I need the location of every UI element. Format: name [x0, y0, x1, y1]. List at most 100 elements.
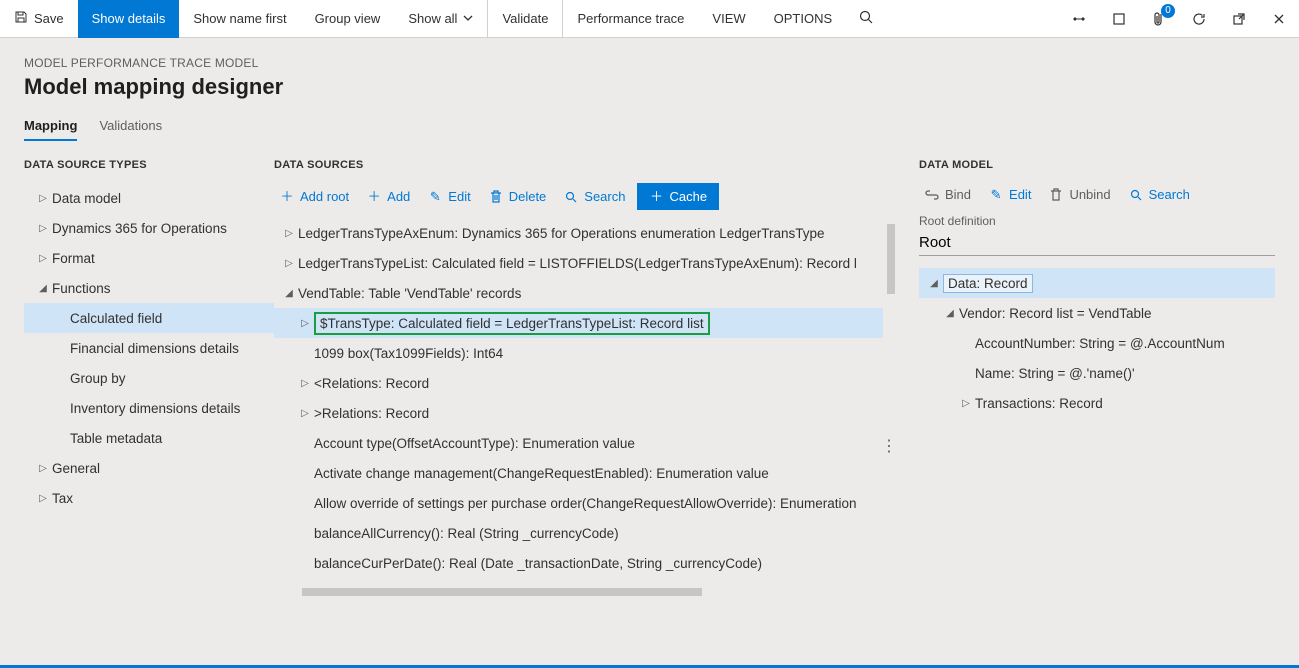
dst-item[interactable]: ▷Tax [24, 483, 274, 513]
ds-row-transtype[interactable]: ▷$TransType: Calculated field = LedgerTr… [274, 308, 883, 338]
collapsed-icon[interactable]: ▷ [296, 318, 314, 329]
search-button[interactable]: Search [1123, 183, 1196, 206]
data-model-heading: DATA MODEL [919, 159, 1275, 171]
breadcrumb: MODEL PERFORMANCE TRACE MODEL [24, 56, 1275, 70]
ds-row[interactable]: ◢VendTable: Table 'VendTable' records [274, 278, 883, 308]
cache-button[interactable]: ＋Cache [637, 183, 719, 210]
ds-row[interactable]: ▷<Relations: Record [274, 368, 883, 398]
data-model-toolbar: Bind ✎Edit Unbind Search [919, 183, 1275, 206]
dst-item[interactable]: ◢Functions [24, 273, 274, 303]
link-icon [925, 188, 939, 202]
show-details-button[interactable]: Show details [78, 0, 180, 38]
bind-button[interactable]: Bind [919, 183, 977, 206]
collapsed-icon[interactable]: ▷ [280, 228, 298, 239]
collapsed-icon[interactable]: ▷ [296, 408, 314, 419]
dst-child-calculated-field[interactable]: Calculated field [24, 303, 274, 333]
expanded-icon[interactable]: ◢ [280, 288, 298, 299]
collapsed-icon[interactable]: ▷ [280, 258, 298, 269]
search-icon [859, 10, 873, 27]
popout-icon[interactable] [1219, 0, 1259, 38]
expanded-icon[interactable]: ◢ [925, 278, 943, 289]
dst-item[interactable]: ▷Data model [24, 183, 274, 213]
pencil-icon: ✎ [989, 188, 1003, 202]
search-button[interactable] [846, 0, 886, 38]
refresh-icon[interactable] [1179, 0, 1219, 38]
perf-trace-button[interactable]: Performance trace [562, 0, 698, 38]
edit-button[interactable]: ✎Edit [983, 183, 1037, 206]
expanded-icon[interactable]: ◢ [34, 283, 52, 294]
save-button[interactable]: Save [0, 0, 78, 38]
collapsed-icon[interactable]: ▷ [34, 493, 52, 504]
highlighted-row: $TransType: Calculated field = LedgerTra… [314, 312, 710, 335]
data-source-types-heading: DATA SOURCE TYPES [24, 159, 274, 171]
search-button[interactable]: Search [558, 185, 631, 208]
dst-item[interactable]: ▷Dynamics 365 for Operations [24, 213, 274, 243]
collapsed-icon[interactable]: ▷ [34, 253, 52, 264]
show-all-label: Show all [408, 11, 457, 26]
data-sources-toolbar: ＋Add root ＋Add ✎Edit Delete Search ＋Cach… [274, 183, 895, 210]
dst-child[interactable]: Table metadata [24, 423, 274, 453]
close-icon[interactable] [1259, 0, 1299, 38]
ds-row[interactable]: Account type(OffsetAccountType): Enumera… [274, 428, 883, 458]
plus-icon: ＋ [280, 190, 294, 204]
ds-row[interactable]: ▷LedgerTransTypeAxEnum: Dynamics 365 for… [274, 218, 883, 248]
topbar-right: 0 [1059, 0, 1299, 38]
collapsed-icon[interactable]: ▷ [957, 398, 975, 409]
office-icon[interactable] [1099, 0, 1139, 38]
edit-button[interactable]: ✎Edit [422, 185, 476, 208]
connector-icon[interactable] [1059, 0, 1099, 38]
page-title: Model mapping designer [24, 74, 1275, 100]
more-icon[interactable]: ⋮ [881, 439, 897, 455]
collapsed-icon[interactable]: ▷ [34, 463, 52, 474]
validate-button[interactable]: Validate [487, 0, 562, 38]
dst-item[interactable]: ▷Format [24, 243, 274, 273]
ds-row[interactable]: ▷>Relations: Record [274, 398, 883, 428]
expanded-icon[interactable]: ◢ [941, 308, 959, 319]
dm-row[interactable]: ▷Transactions: Record [919, 388, 1275, 418]
pencil-icon: ✎ [428, 190, 442, 204]
ds-row[interactable]: 1099 box(Tax1099Fields): Int64 [274, 338, 883, 368]
attachment-badge: 0 [1161, 4, 1175, 18]
dm-row[interactable]: Name: String = @.'name()' [919, 358, 1275, 388]
data-sources-heading: DATA SOURCES [274, 159, 895, 171]
root-definition-input[interactable] [919, 230, 1275, 256]
trash-icon [1049, 188, 1063, 202]
dm-row[interactable]: ◢Vendor: Record list = VendTable [919, 298, 1275, 328]
collapsed-icon[interactable]: ▷ [34, 223, 52, 234]
ds-row[interactable]: ▷LedgerTransTypeList: Calculated field =… [274, 248, 883, 278]
attachment-icon[interactable]: 0 [1139, 0, 1179, 38]
tab-mapping[interactable]: Mapping [24, 118, 77, 141]
tab-validations[interactable]: Validations [99, 118, 162, 141]
data-model-tree: ◢Data: Record ◢Vendor: Record list = Ven… [919, 268, 1275, 418]
dm-selected-label: Data: Record [943, 274, 1033, 293]
tabs: Mapping Validations [24, 118, 1275, 141]
options-button[interactable]: OPTIONS [760, 0, 847, 38]
show-name-first-button[interactable]: Show name first [179, 0, 300, 38]
collapsed-icon[interactable]: ▷ [296, 378, 314, 389]
dst-child[interactable]: Inventory dimensions details [24, 393, 274, 423]
group-view-button[interactable]: Group view [301, 0, 395, 38]
delete-button[interactable]: Delete [483, 185, 553, 208]
dm-row-data[interactable]: ◢Data: Record [919, 268, 1275, 298]
trash-icon [489, 190, 503, 204]
scrollbar-vertical[interactable] [887, 224, 895, 294]
add-root-button[interactable]: ＋Add root [274, 185, 355, 208]
collapsed-icon[interactable]: ▷ [34, 193, 52, 204]
save-icon [14, 10, 28, 27]
ds-row[interactable]: balanceCurPerDate(): Real (Date _transac… [274, 548, 883, 578]
ds-row[interactable]: balanceAllCurrency(): Real (String _curr… [274, 518, 883, 548]
scrollbar-horizontal[interactable] [302, 588, 702, 596]
save-label: Save [34, 11, 64, 26]
dm-row[interactable]: AccountNumber: String = @.AccountNum [919, 328, 1275, 358]
show-all-dropdown[interactable]: Show all [394, 0, 487, 38]
ds-row[interactable]: Activate change management(ChangeRequest… [274, 458, 883, 488]
unbind-button[interactable]: Unbind [1043, 183, 1116, 206]
ds-row[interactable]: Allow override of settings per purchase … [274, 488, 883, 518]
root-definition-label: Root definition [919, 214, 1275, 228]
dst-item[interactable]: ▷General [24, 453, 274, 483]
add-button[interactable]: ＋Add [361, 185, 416, 208]
dst-child[interactable]: Financial dimensions details [24, 333, 274, 363]
dst-child[interactable]: Group by [24, 363, 274, 393]
view-button[interactable]: VIEW [698, 0, 759, 38]
search-icon [564, 190, 578, 204]
